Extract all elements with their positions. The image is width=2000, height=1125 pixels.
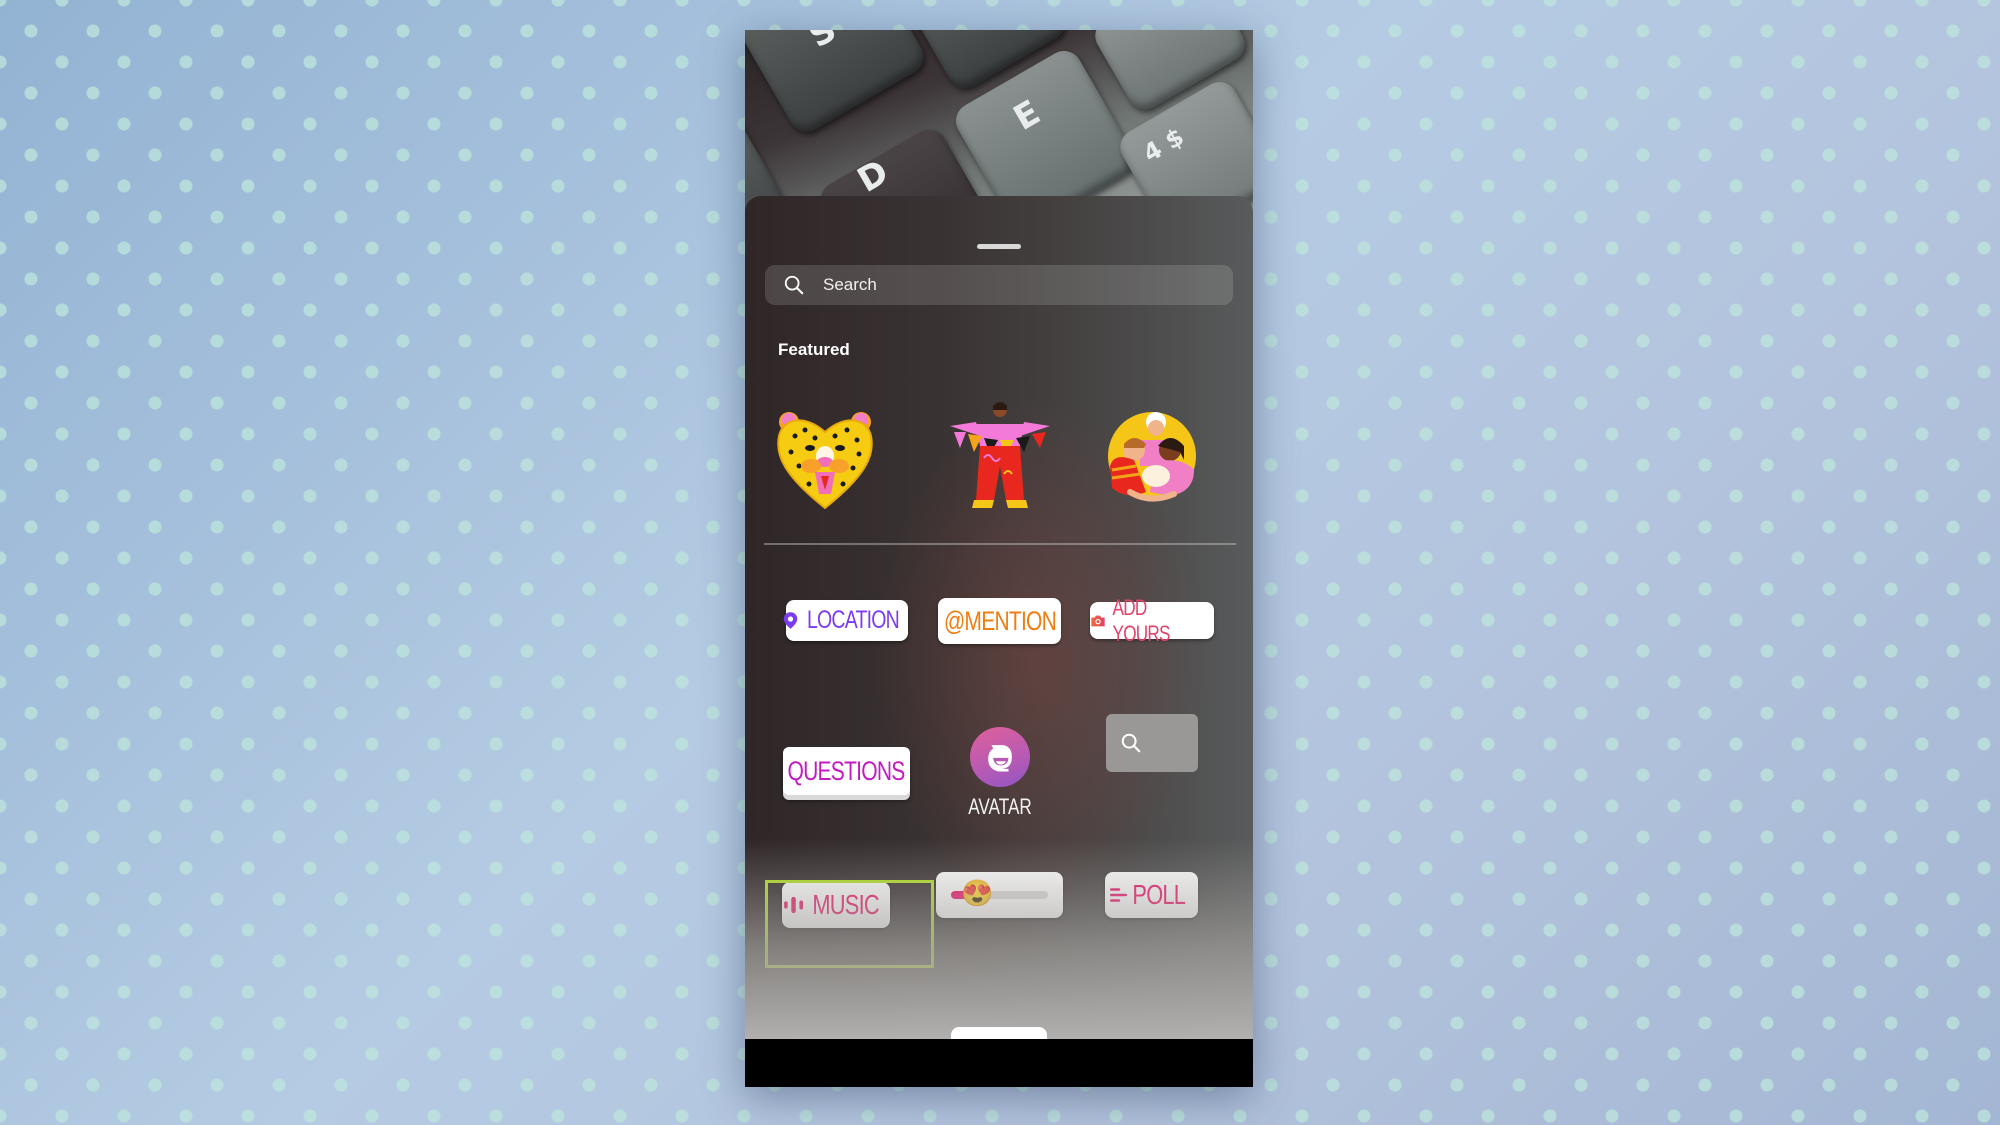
family-hug-icon [1108, 412, 1196, 502]
poll-label: POLL [1132, 879, 1187, 910]
avatar-label: AVATAR [968, 794, 1032, 819]
avatar-face-icon [988, 745, 1012, 772]
leopard-heart-sticker[interactable] [765, 396, 885, 516]
music-bars-icon [784, 896, 804, 914]
sticker-search-input[interactable]: Search [765, 265, 1233, 305]
slider-track[interactable]: 😍 [951, 878, 1048, 908]
music-label: MUSIC [812, 889, 880, 920]
phone-screen: S E D 4 $ Search Featured LOCATION @MENT… [745, 30, 1253, 1087]
location-sticker[interactable]: LOCATION [783, 600, 908, 641]
search-icon [784, 275, 804, 295]
location-label: LOCATION [806, 606, 900, 634]
keyboard-key: S [745, 30, 930, 139]
leopard-heart-icon [777, 412, 873, 510]
featured-heading: Featured [778, 340, 850, 359]
drag-handle[interactable] [977, 244, 1021, 249]
poll-lines-icon [1110, 888, 1128, 902]
search-placeholder: Search [823, 275, 877, 294]
add-yours-sticker[interactable]: ADD YOURS [1090, 595, 1214, 646]
dancer-bunting-sticker[interactable] [940, 396, 1060, 516]
heart-eyes-emoji[interactable]: 😍 [961, 878, 993, 908]
questions-label: QUESTIONS [787, 755, 906, 786]
location-pin-icon [783, 612, 797, 629]
avatar-sticker[interactable] [970, 727, 1030, 787]
poll-sticker[interactable]: POLL [1105, 872, 1198, 918]
camera-icon [1091, 615, 1105, 626]
mention-label: @MENTION [943, 605, 1056, 636]
emoji-slider-sticker[interactable]: 😍 [936, 872, 1063, 918]
section-divider [764, 543, 1236, 545]
family-hug-sticker[interactable] [1090, 396, 1210, 516]
gif-search-sticker[interactable] [1106, 714, 1198, 772]
mention-sticker[interactable]: @MENTION [938, 598, 1061, 644]
sticker-tray-sheet: Search Featured LOCATION @MENTION ADD YO… [745, 196, 1253, 1039]
add-yours-label: ADD YOURS [1112, 594, 1171, 646]
music-sticker[interactable]: MUSIC [782, 882, 890, 928]
search-icon [1121, 733, 1141, 753]
system-nav-bar [745, 1039, 1253, 1087]
questions-sticker[interactable]: QUESTIONS [783, 747, 910, 795]
dancer-bunting-icon [950, 402, 1050, 508]
